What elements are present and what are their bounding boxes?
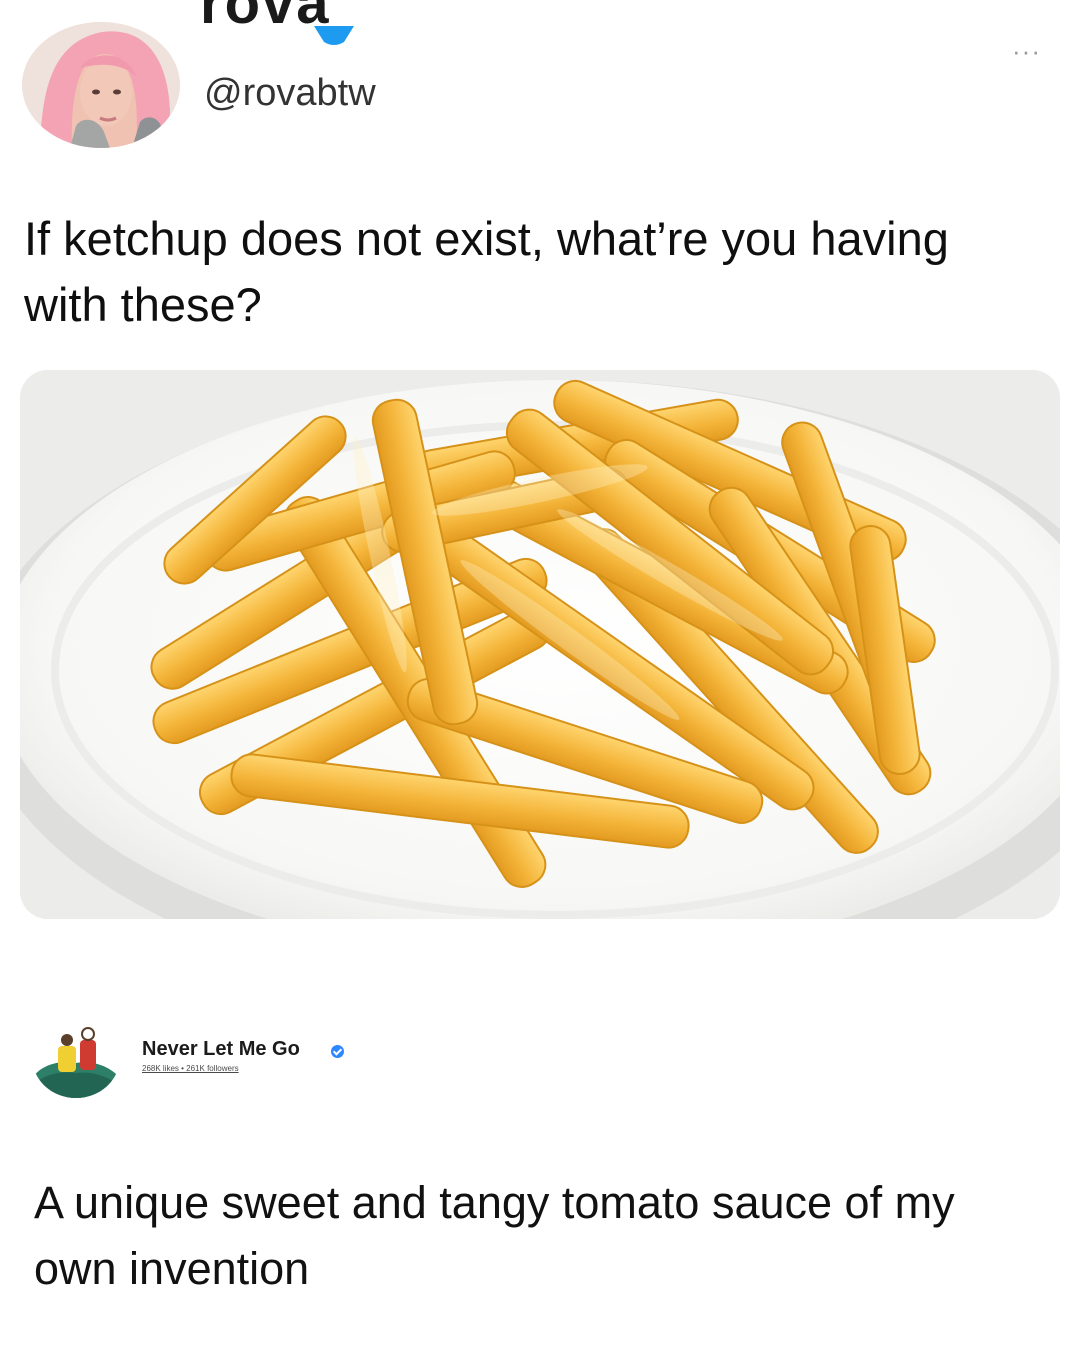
tweet-text: If ketchup does not exist, what’re you h… xyxy=(24,212,949,331)
page-avatar[interactable] xyxy=(32,1016,120,1098)
tweet-media-image[interactable] xyxy=(20,370,1060,919)
user-handle[interactable]: @rovabtw xyxy=(204,72,376,115)
reply-text: A unique sweet and tangy tomato sauce of… xyxy=(34,1177,955,1294)
page-verified-icon xyxy=(331,1045,344,1058)
page-name[interactable]: Never Let Me Go xyxy=(142,1038,300,1061)
more-options-icon[interactable]: ··· xyxy=(1012,36,1041,67)
display-name[interactable]: rova xyxy=(200,0,331,37)
profile-avatar[interactable] xyxy=(22,22,180,148)
tweet-header: rova @rovabtw ··· xyxy=(0,0,1080,170)
verified-badge-icon xyxy=(314,26,354,45)
page-stats-link[interactable]: 268K likes • 261K followers xyxy=(142,1064,239,1073)
page-card: Never Let Me Go 268K likes • 261K follow… xyxy=(0,1000,1080,1110)
